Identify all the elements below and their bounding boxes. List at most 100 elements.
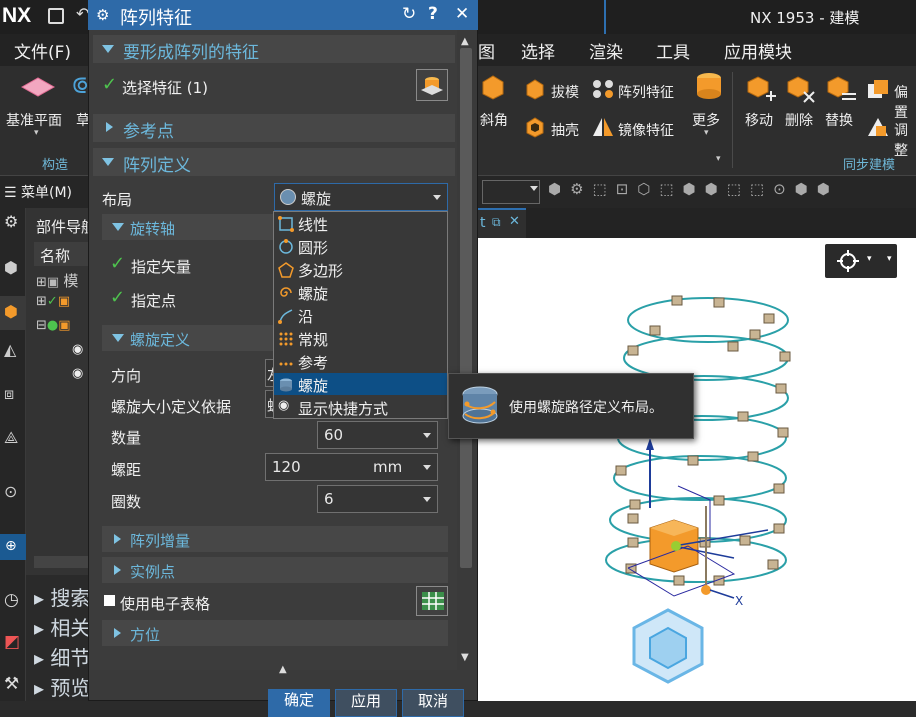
offset-button[interactable]: 偏置 [894, 82, 916, 122]
apply-button[interactable]: 应用 [335, 689, 397, 717]
chamfer-button[interactable]: 斜角 [480, 110, 508, 130]
helix-pattern-model [605, 295, 791, 684]
ok-button[interactable]: 确定 [268, 689, 330, 717]
tree-row-model-history[interactable]: ⊟●▣ [36, 318, 71, 333]
menu-view[interactable]: 图 [478, 38, 495, 63]
pattern-feature-button[interactable]: 阵列特征 [618, 82, 674, 102]
menu-app-modules[interactable]: 应用模块 [724, 38, 792, 63]
count-value: 60 [324, 426, 344, 444]
spreadsheet-button[interactable] [416, 586, 448, 616]
nav-section-details[interactable]: ▸ 细节 [34, 642, 90, 671]
shell-button[interactable]: 抽壳 [551, 120, 579, 140]
dialog-gear-icon[interactable]: ⚙ [96, 6, 109, 24]
tools-icon[interactable]: ⚒ [4, 674, 19, 694]
more-button[interactable]: 更多 [692, 110, 720, 130]
helix-icon [280, 378, 292, 392]
delete-button[interactable]: 删除 [785, 110, 813, 130]
layout-option-label: 常规 [298, 331, 329, 349]
reuse-library-icon[interactable]: ◭ [4, 340, 16, 359]
clock-icon[interactable]: ◷ [4, 590, 19, 610]
sub-rotation-axis-header[interactable] [102, 214, 274, 240]
nav-section-dependencies-label: 相关 [50, 616, 91, 640]
move-button[interactable]: 移动 [745, 110, 773, 130]
collapse-more-icon[interactable]: ▲ [279, 664, 287, 675]
settings-icon[interactable]: ⚙ [4, 212, 18, 231]
palette-icon[interactable]: ◩ [4, 632, 20, 652]
dialog-title: 阵列特征 [120, 8, 192, 29]
ok-button-label: 确定 [283, 691, 314, 709]
name-column-header[interactable]: 名称 [40, 245, 70, 266]
menu-file[interactable]: 文件(F) [14, 38, 71, 63]
collapse-icon [112, 334, 124, 342]
history-icon[interactable]: ⊙ [4, 482, 17, 501]
selection-tools-icons[interactable]: ⬢⚙⬚⊡⬡⬚⬢⬢⬚⬚⊙⬢⬢ [548, 180, 908, 204]
replace-button[interactable]: 替换 [825, 110, 853, 130]
specify-vector-row[interactable]: 指定矢量 [131, 256, 191, 277]
group-expand-icon[interactable]: ▾ [716, 154, 721, 164]
nav-section-search[interactable]: ▸ 搜索 [34, 582, 90, 611]
type-filter-caret-icon[interactable] [530, 186, 538, 191]
select-feature-button[interactable] [416, 69, 448, 101]
menu-render[interactable]: 渲染 [589, 38, 623, 63]
layout-select[interactable]: 螺旋 [274, 183, 448, 211]
pitch-input[interactable]: 120 mm [265, 453, 438, 481]
layout-option-label: 螺旋 [298, 377, 329, 395]
tree-row-feature-2[interactable]: ◉ [72, 366, 83, 381]
web-browser-icon[interactable]: ⟁ [4, 428, 18, 448]
turns-caret-icon[interactable] [423, 497, 431, 502]
tree-row-feature-1[interactable]: ◉ [72, 342, 83, 357]
show-shortcuts-option[interactable]: ◉ 显示快捷方式 [276, 397, 446, 419]
datum-plane-button[interactable]: 基准平面 [6, 110, 62, 130]
pitch-caret-icon[interactable] [423, 465, 431, 470]
cancel-button[interactable]: 取消 [402, 689, 464, 717]
adjust-button[interactable]: 调整 [894, 120, 916, 160]
nav-section-preview[interactable]: ▸ 预览 [34, 672, 90, 701]
type-filter-combo[interactable] [482, 180, 540, 204]
navigator-hscrollbar[interactable] [34, 556, 90, 568]
apply-button-label: 应用 [350, 692, 381, 710]
scroll-up-icon[interactable]: ▲ [461, 36, 469, 47]
layout-option-polygon[interactable]: 多边形 [276, 259, 446, 281]
layout-option-spiral[interactable]: 螺旋 [276, 282, 446, 304]
layout-option-general[interactable]: 常规 [276, 328, 446, 350]
sketch-icon: ⟃ [72, 70, 88, 100]
layout-option-helix[interactable]: 螺旋 [276, 374, 446, 396]
help-icon[interactable]: ? [428, 4, 438, 24]
layout-option-linear[interactable]: 线性 [276, 213, 446, 235]
dialog-scroll-thumb[interactable] [460, 48, 472, 568]
assembly-navigator-icon[interactable]: ⬢ [4, 258, 18, 277]
close-dialog-icon[interactable]: ✕ [455, 4, 469, 24]
x-axis-label: X [735, 594, 744, 608]
show-shortcuts-label: 显示快捷方式 [298, 400, 389, 418]
menu-button[interactable]: ☰ 菜单(M) [4, 182, 72, 202]
nav-section-dependencies[interactable]: ▸ 相关 [34, 612, 90, 641]
more-dropdown-icon[interactable]: ▾ [704, 128, 709, 138]
mirror-feature-button[interactable]: 镜像特征 [618, 120, 674, 140]
scroll-down-icon[interactable]: ▼ [461, 652, 469, 663]
draft-button[interactable]: 拔模 [551, 82, 579, 102]
hd3d-icon[interactable]: ⧈ [4, 384, 14, 404]
pitch-label: 螺距 [111, 461, 142, 479]
count-input[interactable]: 60 [317, 421, 438, 449]
reset-icon[interactable]: ↻ [402, 4, 416, 24]
tree-row-model-views[interactable]: ⊞▣ 模 [36, 270, 78, 291]
layout-option-circular[interactable]: 圆形 [276, 236, 446, 258]
tree-row-cameras[interactable]: ⊞✓▣ [36, 294, 70, 309]
menu-tools[interactable]: 工具 [656, 38, 690, 63]
count-caret-icon[interactable] [423, 433, 431, 438]
menu-select[interactable]: 选择 [521, 38, 555, 63]
close-tab-icon[interactable]: ✕ [509, 214, 520, 229]
tooltip-text: 使用螺旋路径定义布局。 [509, 400, 663, 416]
layout-option-reference[interactable]: 参考 [276, 351, 446, 373]
adjust-icon [868, 118, 888, 136]
tree-row-label: 模 [63, 272, 79, 290]
datum-dropdown-icon[interactable]: ▾ [34, 128, 39, 138]
layout-option-along[interactable]: 沿 [276, 305, 446, 327]
save-icon[interactable] [48, 8, 64, 24]
specify-point-row[interactable]: 指定点 [131, 290, 176, 311]
tab-strip [478, 208, 916, 238]
turns-input[interactable]: 6 [317, 485, 438, 513]
model-tab[interactable]: t ⧉ ✕ [478, 208, 526, 238]
use-spreadsheet-checkbox[interactable] [104, 595, 115, 606]
select-feature-row[interactable]: 选择特征 (1) [122, 77, 208, 98]
